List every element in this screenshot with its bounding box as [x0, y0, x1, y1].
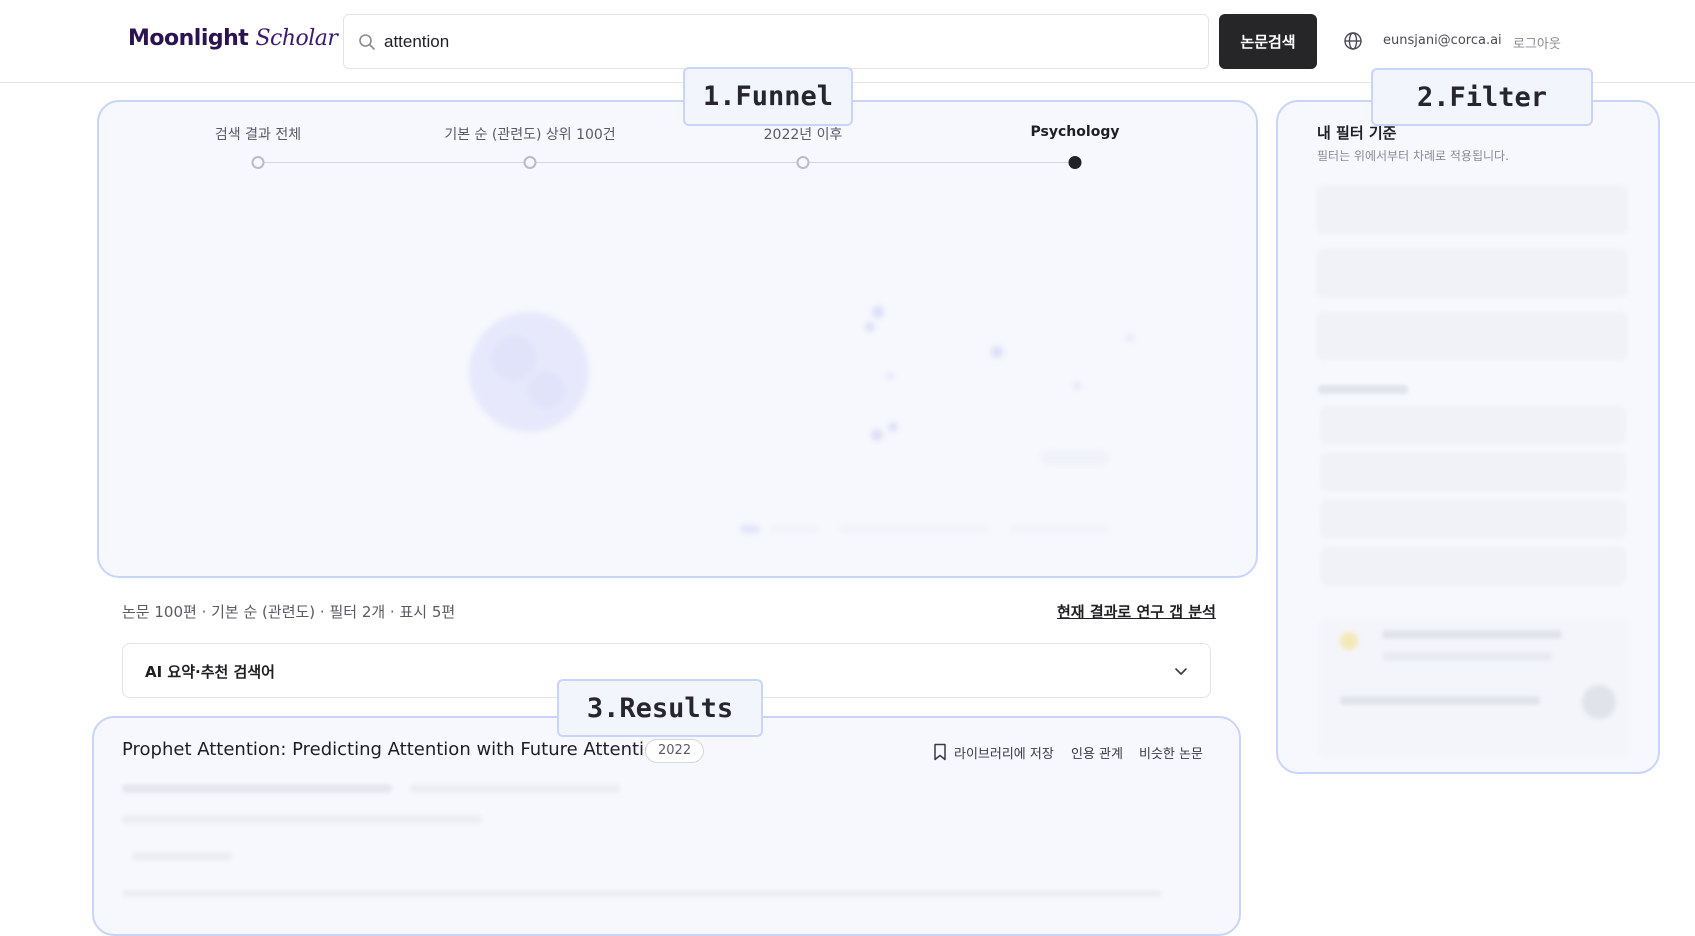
filter-section-blurred	[1318, 385, 1408, 394]
filter-subtitle: 필터는 위에서부터 차례로 적용됩니다.	[1317, 149, 1509, 163]
paper-abstract-blurred	[122, 890, 1162, 897]
search-button[interactable]: 논문검색	[1219, 14, 1317, 69]
funnel-step-dot-psychology[interactable]	[1068, 156, 1082, 169]
filter-item-blurred	[1316, 248, 1628, 298]
funnel-step-dot-all[interactable]	[251, 156, 265, 169]
filter-option-blurred	[1320, 546, 1626, 586]
funnel-step-line	[258, 162, 1075, 163]
results-overlay-tag: 3.Results	[557, 679, 763, 737]
paper-authors-blurred	[122, 815, 482, 824]
app-logo[interactable]: Moonlight Scholar	[128, 26, 338, 51]
user-email: eunsjani@corca.ai	[1383, 33, 1502, 48]
funnel-overlay-tag: 1.Funnel	[683, 67, 853, 126]
similar-papers-button[interactable]: 비슷한 논문	[1139, 743, 1203, 762]
filter-assistant-text-blurred	[1382, 652, 1552, 661]
filter-assistant-text-blurred	[1382, 630, 1562, 639]
search-icon	[359, 34, 375, 50]
paper-meta-blurred	[122, 784, 392, 793]
bookmark-icon[interactable]	[933, 743, 947, 761]
logo-bold-text: Moonlight	[128, 26, 249, 51]
ai-summary-label: AI 요약·추천 검색어	[145, 663, 275, 681]
filter-send-button-blurred	[1582, 685, 1616, 719]
filter-input-blurred	[1340, 696, 1540, 705]
funnel-step-dot-top100[interactable]	[523, 156, 537, 169]
research-gap-link[interactable]: 현재 결과로 연구 갭 분석	[1057, 601, 1216, 622]
funnel-step-label-all[interactable]: 검색 결과 전체	[215, 124, 301, 144]
save-to-library-button[interactable]: 라이브러리에 저장	[954, 743, 1054, 762]
paper-title[interactable]: Prophet Attention: Predicting Attention …	[122, 739, 666, 760]
funnel-step-label-psychology[interactable]: Psychology	[1031, 124, 1120, 140]
funnel-step-dot-year[interactable]	[796, 156, 810, 169]
globe-icon[interactable]	[1343, 31, 1363, 51]
filter-assistant-avatar-blurred	[1340, 632, 1358, 650]
funnel-step-label-year[interactable]: 2022년 이후	[764, 124, 843, 144]
search-bar[interactable]	[343, 14, 1209, 69]
filter-item-blurred	[1316, 311, 1628, 361]
filter-overlay-tag: 2.Filter	[1371, 68, 1593, 126]
filter-assistant-blurred	[1318, 618, 1630, 758]
funnel-visualization-blurred	[469, 306, 1134, 533]
filter-option-blurred	[1320, 499, 1626, 539]
paper-tag-blurred	[132, 852, 232, 861]
citation-relations-button[interactable]: 인용 관계	[1071, 743, 1123, 762]
logo-italic-text: Scholar	[255, 26, 338, 51]
filter-item-blurred	[1316, 185, 1628, 235]
logout-link[interactable]: 로그아웃	[1513, 33, 1561, 52]
funnel-step-label-top100[interactable]: 기본 순 (관련도) 상위 100건	[444, 124, 615, 144]
filter-option-blurred	[1320, 405, 1626, 445]
search-input[interactable]	[384, 25, 1184, 59]
chevron-down-icon	[1175, 668, 1187, 675]
results-summary: 논문 100편 · 기본 순 (관련도) · 필터 2개 · 표시 5편	[122, 603, 456, 621]
paper-year-badge: 2022	[645, 739, 705, 763]
paper-meta-blurred	[410, 784, 620, 793]
filter-option-blurred	[1320, 452, 1626, 492]
